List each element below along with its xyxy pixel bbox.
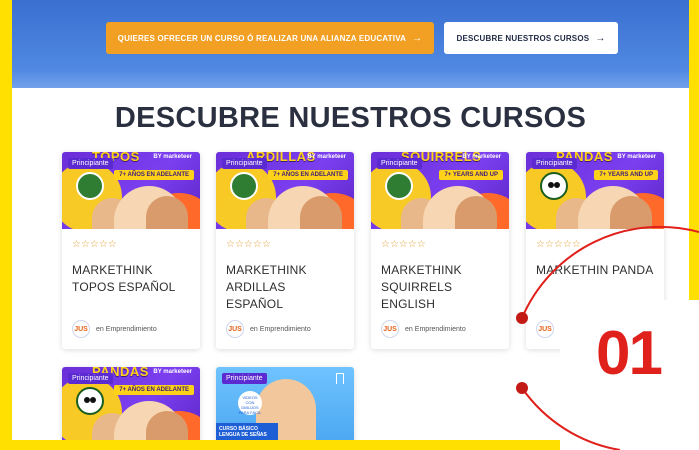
offer-course-button[interactable]: QUIERES OFRECER UN CURSO Ó REALIZAR UNA … xyxy=(106,22,434,54)
provider-logo: JUS xyxy=(381,320,399,338)
course-card[interactable]: PANDAS BY marketeer 7+ AÑOS EN ADELANTE … xyxy=(62,367,200,440)
provider-logo: JUS xyxy=(536,320,554,338)
course-banner-text: CURSO BÁSICO LENGUA DE SEÑAS xyxy=(216,423,278,440)
course-thumbnail[interactable]: SQUIRRELS BY marketeer 7+ YEARS AND UP P… xyxy=(371,152,509,229)
course-title[interactable]: MARKETHINK SQUIRRELS ENGLISH xyxy=(381,262,499,313)
course-card[interactable]: TOPOS BY marketeer 7+ AÑOS EN ADELANTE P… xyxy=(62,152,200,349)
level-badge: Principiante xyxy=(222,158,267,169)
course-category: JUS xyxy=(536,320,554,338)
bookmark-icon[interactable] xyxy=(336,373,344,384)
course-thumbnail[interactable]: PANDAS BY marketeer 7+ YEARS AND UP Prin… xyxy=(526,152,664,229)
course-card[interactable]: ARDILLAS BY marketeer 7+ AÑOS EN ADELANT… xyxy=(216,152,354,349)
rating-stars-icon: ☆☆☆☆☆ xyxy=(226,239,271,250)
arrow-right-icon: → xyxy=(595,32,606,44)
discover-courses-label: DESCUBRE NUESTROS CURSOS xyxy=(456,33,590,43)
course-thumbnail[interactable]: ARDILLAS BY marketeer 7+ AÑOS EN ADELANT… xyxy=(216,152,354,229)
panda-mascot-icon xyxy=(540,172,568,200)
course-title[interactable]: MARKETHINK ARDILLAS ESPAÑOL xyxy=(226,262,344,313)
course-thumbnail[interactable]: VIDEOS CON DIBUJOS PARA FÁCIL CURSO BÁSI… xyxy=(216,367,354,440)
offer-course-label: QUIERES OFRECER UN CURSO Ó REALIZAR UNA … xyxy=(117,33,407,43)
course-thumbnail[interactable]: TOPOS BY marketeer 7+ AÑOS EN ADELANTE P… xyxy=(62,152,200,229)
category-prefix: en xyxy=(250,325,258,333)
level-badge: Principiante xyxy=(68,158,113,169)
squirrel-mascot-icon xyxy=(230,172,258,200)
course-thumbnail[interactable]: PANDAS BY marketeer 7+ AÑOS EN ADELANTE … xyxy=(62,367,200,440)
mole-mascot-icon xyxy=(76,172,104,200)
discover-courses-button[interactable]: DESCUBRE NUESTROS CURSOS → xyxy=(444,22,618,54)
level-badge: Principiante xyxy=(222,373,267,384)
age-tag: 7+ YEARS AND UP xyxy=(439,170,503,180)
rating-stars-icon: ☆☆☆☆☆ xyxy=(381,239,426,250)
course-card[interactable]: PANDAS BY marketeer 7+ YEARS AND UP Prin… xyxy=(526,152,664,349)
level-badge: Principiante xyxy=(377,158,422,169)
brand-label: BY marketeer xyxy=(153,154,192,160)
age-tag: 7+ AÑOS EN ADELANTE xyxy=(268,170,348,180)
age-tag: 7+ YEARS AND UP xyxy=(594,170,658,180)
category-link[interactable]: Emprendimiento xyxy=(106,326,157,333)
category-link[interactable]: Emprendimiento xyxy=(260,326,311,333)
category-link[interactable]: Emprendimiento xyxy=(415,326,466,333)
brand-label: BY marketeer xyxy=(617,154,656,160)
arrow-right-icon: → xyxy=(412,32,423,44)
course-page: QUIERES OFRECER UN CURSO Ó REALIZAR UNA … xyxy=(12,0,689,440)
age-tag: 7+ AÑOS EN ADELANTE xyxy=(114,170,194,180)
course-card[interactable]: SQUIRRELS BY marketeer 7+ YEARS AND UP P… xyxy=(371,152,509,349)
course-title[interactable]: MARKETHIN PANDA xyxy=(536,262,654,279)
rating-stars-icon: ☆☆☆☆☆ xyxy=(536,239,581,250)
course-category: JUS en Emprendimiento xyxy=(381,320,466,338)
hero-banner: QUIERES OFRECER UN CURSO Ó REALIZAR UNA … xyxy=(12,0,689,88)
squirrel-mascot-icon xyxy=(385,172,413,200)
video-bubble: VIDEOS CON DIBUJOS PARA FÁCIL xyxy=(238,391,262,415)
level-badge: Principiante xyxy=(68,373,113,384)
brand-label: BY marketeer xyxy=(462,154,501,160)
course-card[interactable]: VIDEOS CON DIBUJOS PARA FÁCIL CURSO BÁSI… xyxy=(216,367,354,440)
panda-mascot-icon xyxy=(76,387,104,415)
rating-stars-icon: ☆☆☆☆☆ xyxy=(72,239,117,250)
course-title[interactable]: MARKETHINK TOPOS ESPAÑOL xyxy=(72,262,190,296)
level-badge: Principiante xyxy=(532,158,577,169)
course-category: JUS en Emprendimiento xyxy=(72,320,157,338)
provider-logo: JUS xyxy=(226,320,244,338)
category-prefix: en xyxy=(405,325,413,333)
category-prefix: en xyxy=(96,325,104,333)
brand-label: BY marketeer xyxy=(153,369,192,375)
course-category: JUS en Emprendimiento xyxy=(226,320,311,338)
age-tag: 7+ AÑOS EN ADELANTE xyxy=(114,385,194,395)
provider-logo: JUS xyxy=(72,320,90,338)
brand-label: BY marketeer xyxy=(307,154,346,160)
section-title: DESCUBRE NUESTROS CURSOS xyxy=(114,102,587,134)
